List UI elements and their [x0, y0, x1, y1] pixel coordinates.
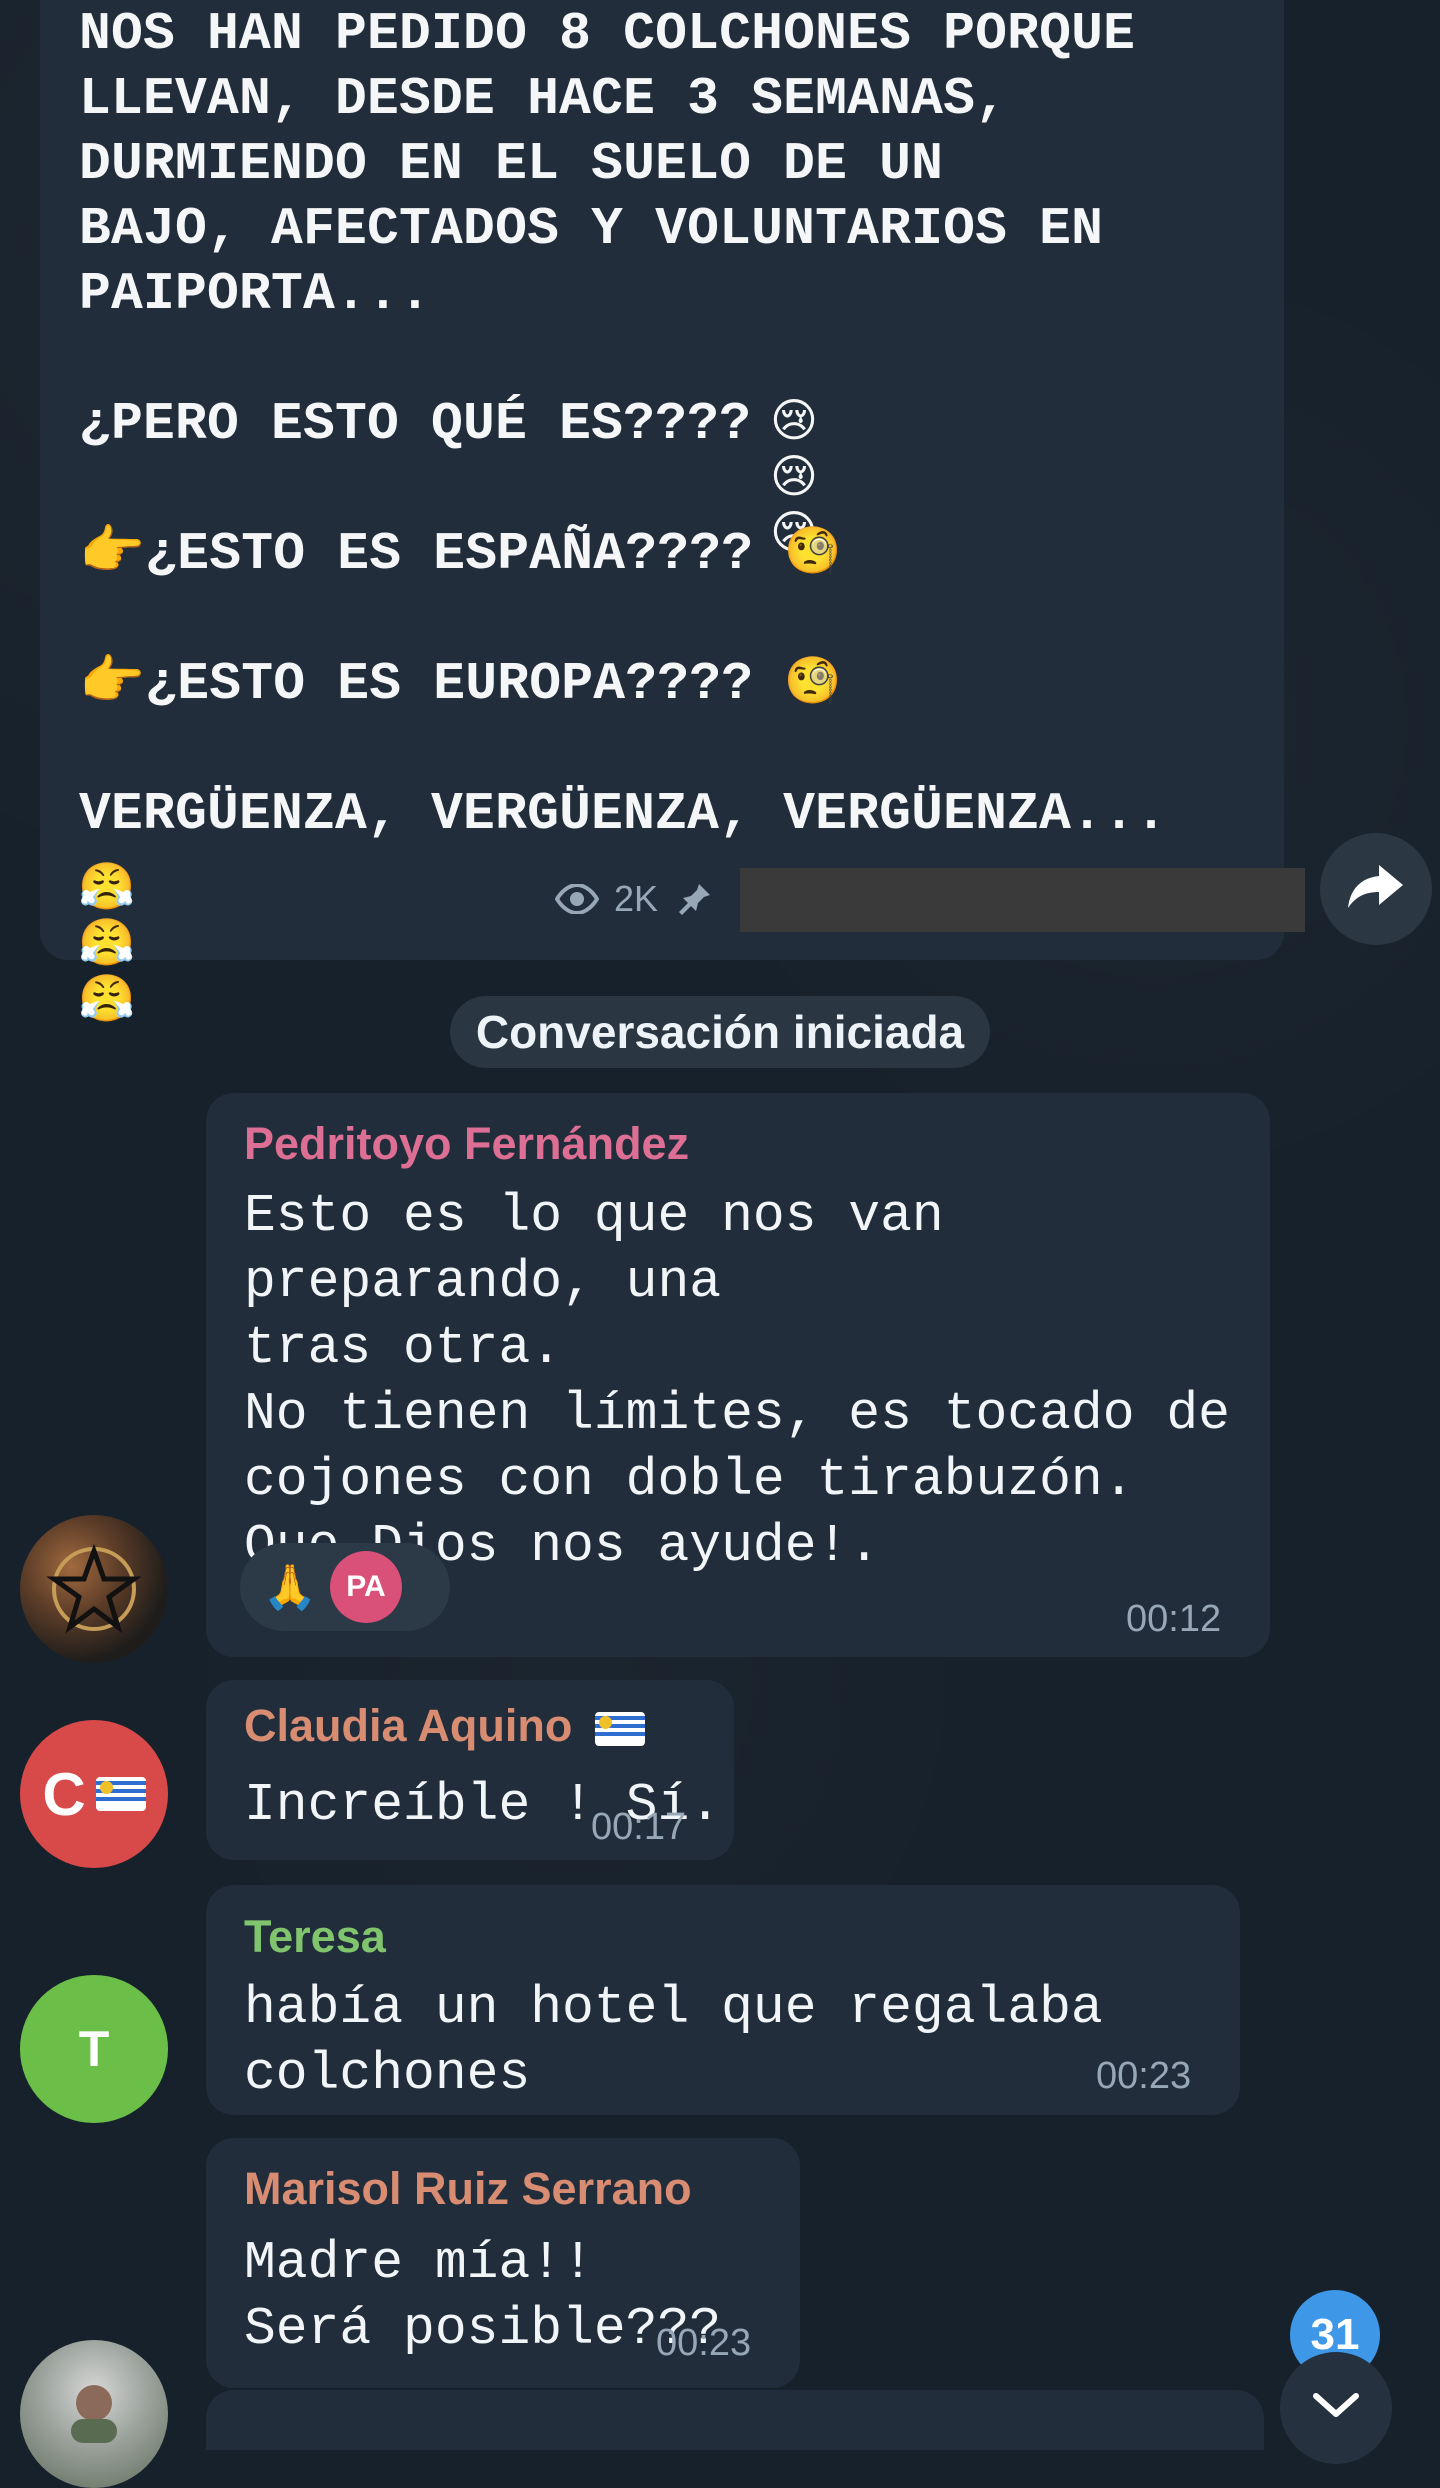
monocle-emoji-icon: 🧐: [784, 654, 842, 706]
monocle-emoji-row-2: 🧐: [784, 652, 842, 708]
angry-emoji-icon: 😤😤😤: [78, 860, 136, 1024]
teresa-avatar[interactable]: T: [20, 1975, 168, 2123]
person-photo-icon: [51, 2377, 137, 2452]
message-teresa[interactable]: Teresa había un hotel que regalaba colch…: [206, 1885, 1240, 2115]
sender-name: Teresa: [244, 1911, 386, 1962]
message-time: 00:12: [1126, 1598, 1222, 1640]
message-claudia[interactable]: Claudia Aquino Increíble ! Sí. 00:17: [206, 1680, 734, 1860]
channel-post-meta: 2K: [550, 872, 722, 926]
channel-post-bubble[interactable]: NOS HAN PEDIDO 8 COLCHONES PORQUE LLEVAN…: [40, 0, 1305, 1024]
pentagram-icon: [46, 1543, 142, 1634]
pedritoyo-avatar[interactable]: [20, 1515, 168, 1663]
avatar-initial: T: [78, 2021, 110, 2077]
forward-button[interactable]: [1320, 833, 1432, 945]
pin-icon: [668, 872, 722, 926]
crying-emoji-row: 😢😢😢: [766, 392, 822, 558]
chevron-down-icon: [1312, 2392, 1360, 2425]
channel-post-text: NOS HAN PEDIDO 8 COLCHONES PORQUE LLEVAN…: [79, 4, 1168, 844]
conversation-started-label: Conversación iniciada: [475, 1006, 965, 1058]
sender-name: Claudia Aquino: [244, 1700, 645, 1752]
sender-name: Pedritoyo Fernández: [244, 1118, 690, 1169]
scroll-down-button[interactable]: [1280, 2352, 1392, 2464]
uruguay-flag-icon: [95, 1777, 146, 1811]
message-time: 00:23: [656, 2322, 752, 2364]
message-marisol[interactable]: Marisol Ruiz Serrano Madre mía!! Será po…: [206, 2138, 800, 2388]
monocle-emoji-row-1: 🧐: [784, 522, 842, 578]
message-text: Madre mía!! Será posible???: [244, 2233, 722, 2359]
views-count: 2K: [614, 878, 659, 919]
crying-emoji-icon: 😢😢😢: [770, 394, 818, 558]
message-text: Esto es lo que nos van preparando, una t…: [244, 1186, 1230, 1576]
reaction-user-avatar: PA: [330, 1551, 402, 1623]
message-pedritoyo[interactable]: Pedritoyo Fernández Esto es lo que nos v…: [206, 1093, 1270, 1657]
uruguay-flag-icon: [594, 1712, 645, 1747]
reaction-pill[interactable]: 🙏 PA: [240, 1543, 450, 1631]
message-time: 00:23: [1096, 2055, 1192, 2097]
angry-emoji-row: 😤😤😤: [78, 858, 136, 1024]
sender-name-text: Claudia Aquino: [244, 1700, 573, 1751]
sender-name: Marisol Ruiz Serrano: [244, 2163, 692, 2214]
message-text: había un hotel que regalaba colchones: [244, 1978, 1135, 2104]
forward-arrow-icon: [1345, 861, 1407, 918]
conversation-started-chip: Conversación iniciada: [450, 996, 990, 1068]
marisol-avatar[interactable]: [20, 2340, 168, 2488]
next-message-preview: [206, 2390, 1264, 2450]
monocle-emoji-icon: 🧐: [784, 524, 842, 576]
eye-icon: [550, 872, 604, 926]
pray-emoji-icon: 🙏: [262, 1563, 318, 1612]
redacted-bar: [740, 868, 1305, 932]
claudia-avatar[interactable]: C: [20, 1720, 168, 1868]
message-time: 00:17: [591, 1806, 687, 1848]
avatar-initial: C: [42, 1760, 86, 1828]
